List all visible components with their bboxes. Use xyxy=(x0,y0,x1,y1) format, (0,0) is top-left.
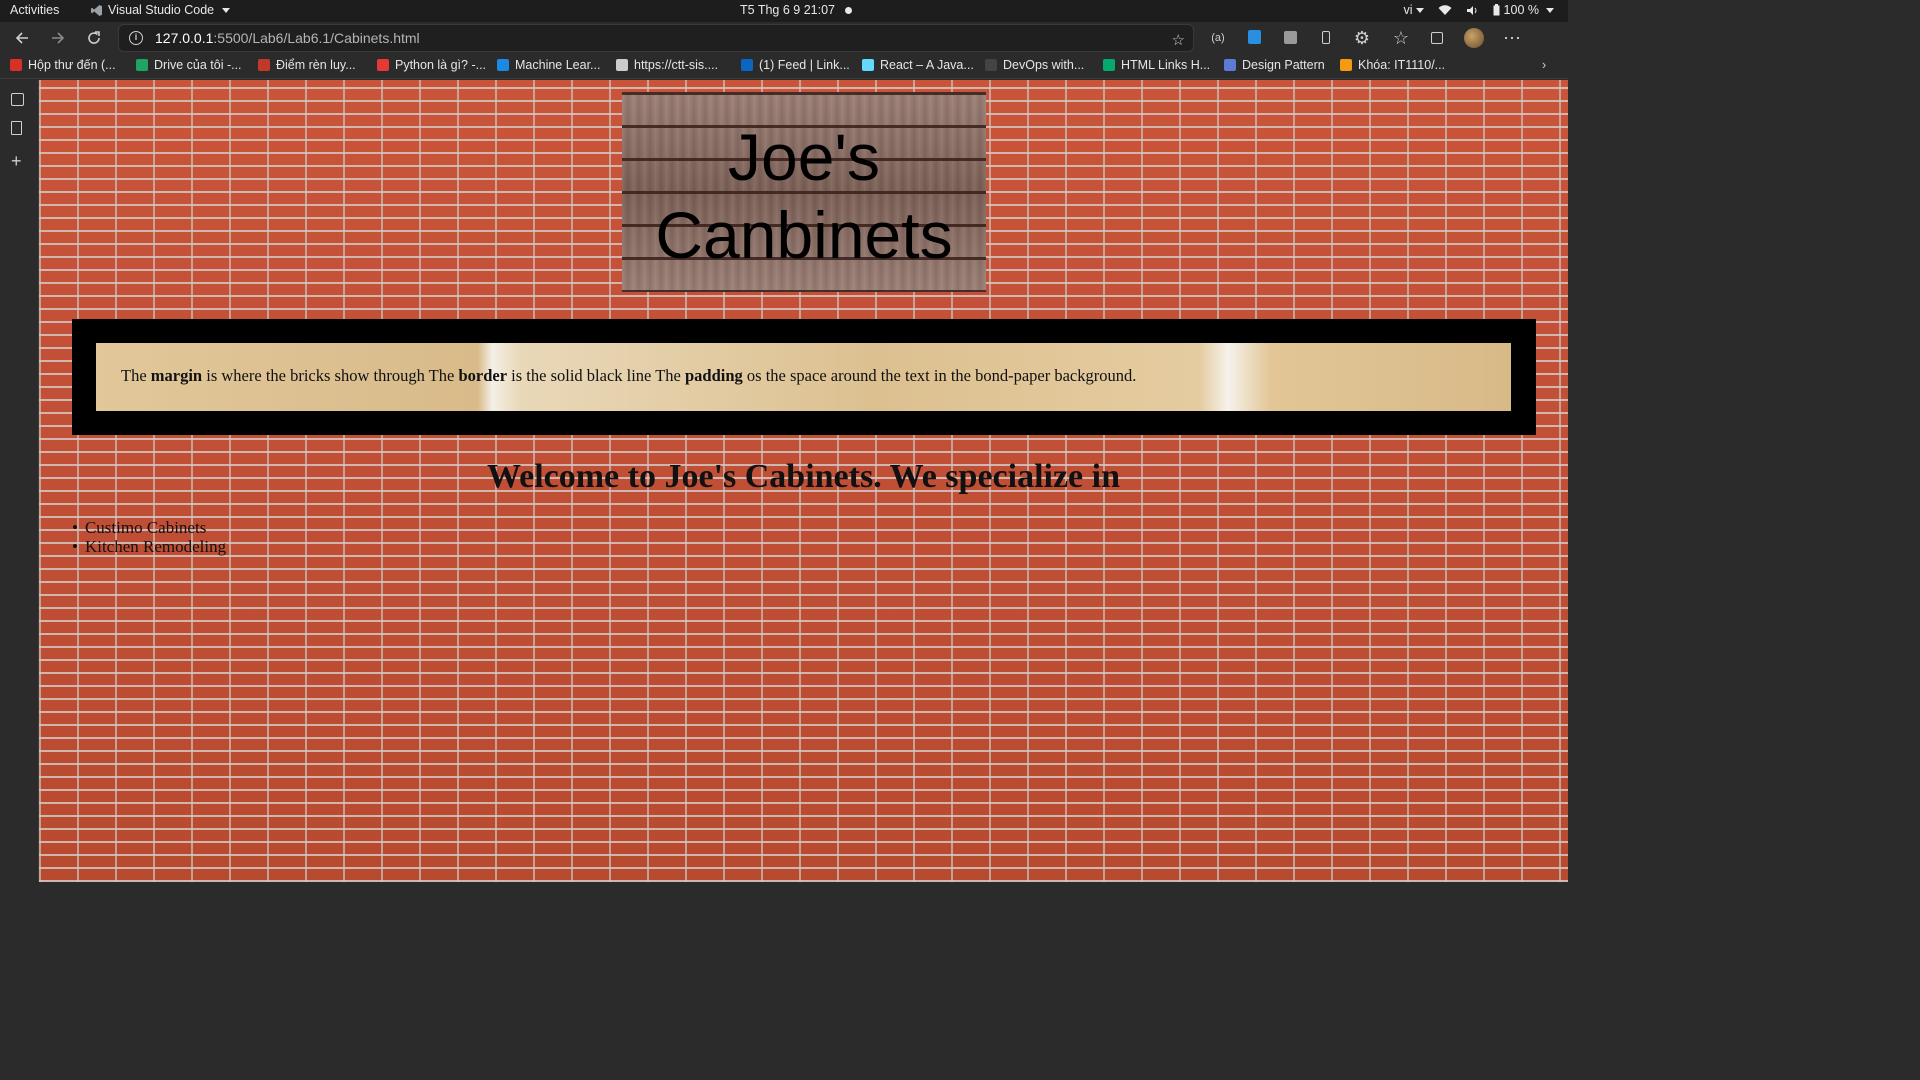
extension-puzzle-icon[interactable] xyxy=(1278,26,1302,50)
battery-icon xyxy=(1493,4,1500,16)
arrow-left-icon xyxy=(15,32,28,44)
page-viewport: Joe's Canbinets The margin is where the … xyxy=(39,80,1568,882)
battery-indicator[interactable]: 100 % xyxy=(1493,3,1554,17)
bookmark-item[interactable]: React – A Java... xyxy=(862,58,974,72)
bookmark-item[interactable]: Python là gì? -... xyxy=(377,58,486,72)
chevron-right-icon: › xyxy=(1542,58,1547,72)
chevron-down-icon xyxy=(222,7,231,13)
t-logo-icon xyxy=(377,59,389,71)
system-tray[interactable]: vi 100 % xyxy=(1404,3,1554,17)
bookmark-item[interactable]: Drive của tôi -... xyxy=(136,58,242,72)
more-options-icon[interactable]: ⋯ xyxy=(1500,26,1524,50)
bookmark-item[interactable]: DevOps with... xyxy=(985,58,1084,72)
tab-actions-icon[interactable] xyxy=(11,93,28,110)
bookmark-item[interactable]: https://ctt-sis.... xyxy=(616,58,718,72)
wifi-icon xyxy=(1438,4,1452,15)
w3schools-icon xyxy=(1103,59,1115,71)
services-list: Custimo Cabinets Kitchen Remodeling xyxy=(85,518,226,556)
list-item: Custimo Cabinets xyxy=(85,518,226,537)
info-icon[interactable]: i xyxy=(129,31,143,45)
vertical-tabs-sidebar: + xyxy=(0,80,39,882)
welcome-heading: Welcome to Joe's Cabinets. We specialize… xyxy=(486,458,1121,495)
extension-drop-icon[interactable] xyxy=(1242,26,1266,50)
bookmark-item[interactable]: HTML Links H... xyxy=(1103,58,1210,72)
bookmarks-bar: Hộp thư đến (... Drive của tôi -... Điểm… xyxy=(0,54,1568,79)
reload-button[interactable] xyxy=(82,26,106,50)
collections-icon[interactable] xyxy=(1425,26,1449,50)
back-button[interactable] xyxy=(10,26,34,50)
favorite-star-icon[interactable]: ☆ xyxy=(1172,28,1185,54)
border-box: The margin is where the bricks show thro… xyxy=(72,319,1536,435)
url-host: 127.0.0.1 xyxy=(155,30,214,46)
design-pattern-icon xyxy=(1224,59,1236,71)
app-menu[interactable]: Visual Studio Code xyxy=(90,3,231,17)
notification-dot-icon xyxy=(844,6,852,14)
bookmarks-overflow-button[interactable]: › xyxy=(1542,58,1546,72)
ml-icon xyxy=(497,59,509,71)
react-icon xyxy=(862,59,874,71)
course-icon xyxy=(1340,59,1352,71)
clock-text: T5 Thg 6 9 21:07 xyxy=(740,3,835,17)
profile-avatar[interactable] xyxy=(1462,26,1486,50)
page-icon xyxy=(616,59,628,71)
list-item: Kitchen Remodeling xyxy=(85,537,226,556)
address-bar[interactable]: i 127.0.0.1:5500/Lab6/Lab6.1/Cabinets.ht… xyxy=(118,24,1194,52)
bookmark-item[interactable]: Machine Lear... xyxy=(497,58,600,72)
chevron-down-icon xyxy=(1415,8,1424,14)
arrow-right-icon xyxy=(52,32,65,44)
extensions-icon[interactable]: ⚙ xyxy=(1350,26,1374,50)
drive-icon xyxy=(136,59,148,71)
url-path: :5500/Lab6/Lab6.1/Cabinets.html xyxy=(213,30,420,46)
system-top-bar: Activities Visual Studio Code T5 Thg 6 9… xyxy=(0,0,1568,22)
logo-line-1: Joe's xyxy=(727,120,880,194)
term-margin: margin xyxy=(150,366,203,385)
clock[interactable]: T5 Thg 6 9 21:07 xyxy=(740,3,852,17)
page-tab-icon[interactable] xyxy=(11,121,28,138)
activities-button[interactable]: Activities xyxy=(10,3,59,17)
devops-icon xyxy=(985,59,997,71)
volume-icon xyxy=(1466,5,1477,15)
bookmark-item[interactable]: Design Pattern xyxy=(1224,58,1325,72)
gmail-icon xyxy=(10,59,22,71)
vscode-icon xyxy=(91,4,102,16)
forward-button[interactable] xyxy=(46,26,70,50)
logo-line-2: Canbinets xyxy=(655,198,953,272)
bookmark-item[interactable]: (1) Feed | Link... xyxy=(741,58,850,72)
new-tab-plus-icon[interactable]: + xyxy=(11,152,28,170)
term-padding: padding xyxy=(685,366,743,385)
language-indicator[interactable]: vi xyxy=(1404,3,1424,17)
phone-icon[interactable] xyxy=(1314,26,1338,50)
bookmark-item[interactable]: Khóa: IT1110/... xyxy=(1340,58,1445,72)
app-name: Visual Studio Code xyxy=(108,3,215,17)
term-border: border xyxy=(458,366,508,385)
bookmark-item[interactable]: Điểm rèn luy... xyxy=(258,58,356,72)
intro-paragraph: The margin is where the bricks show thro… xyxy=(96,343,1511,411)
reader-mode-icon[interactable]: (a) xyxy=(1206,26,1230,50)
logo-banner: Joe's Canbinets xyxy=(622,92,986,292)
reload-icon xyxy=(88,31,100,44)
favorites-icon[interactable]: ☆ xyxy=(1389,26,1413,50)
bookmark-item[interactable]: Hộp thư đến (... xyxy=(10,58,116,72)
browser-toolbar: i 127.0.0.1:5500/Lab6/Lab6.1/Cabinets.ht… xyxy=(0,22,1568,54)
linkedin-icon xyxy=(741,59,753,71)
school-icon xyxy=(258,59,270,71)
chevron-down-icon xyxy=(1546,7,1554,13)
